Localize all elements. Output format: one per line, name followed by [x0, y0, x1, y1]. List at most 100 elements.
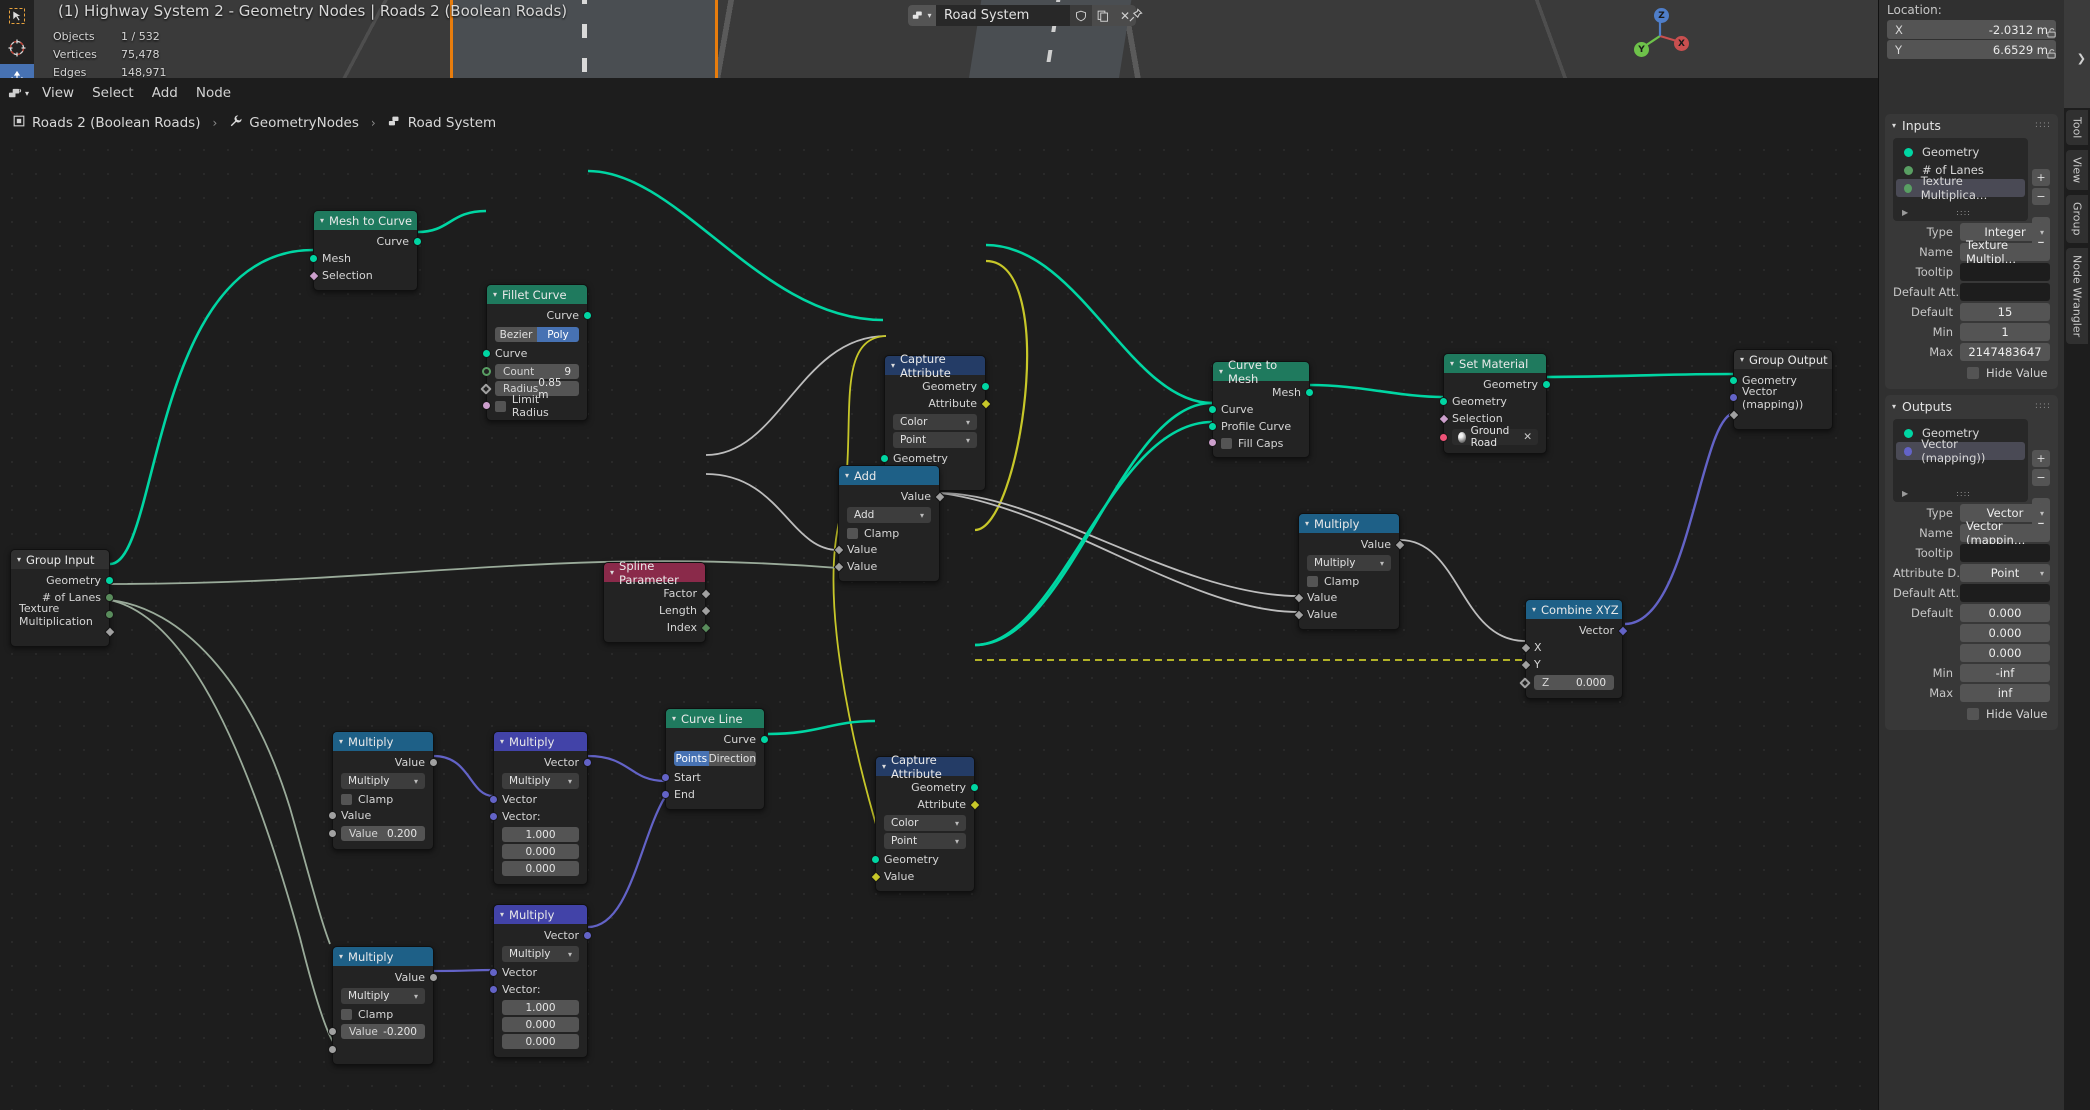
- node-header[interactable]: ▾ Combine XYZ: [1526, 600, 1622, 619]
- field-value-a[interactable]: Value -0.200: [328, 1024, 425, 1039]
- socket-count[interactable]: [482, 367, 491, 376]
- editor-type-button[interactable]: ▾: [4, 83, 33, 104]
- inputs-panel-header[interactable]: ▾ Inputs ::::: [1885, 114, 2058, 136]
- socket-lanes[interactable]: [105, 593, 114, 602]
- chevron-down-icon[interactable]: ▾: [1740, 355, 1744, 364]
- vector-field-z[interactable]: 0.000: [502, 861, 579, 876]
- gizmo-axis-z[interactable]: Z: [1654, 8, 1669, 23]
- dropdown-domain[interactable]: Point ▾: [893, 432, 977, 448]
- output-prop-default-attribute[interactable]: Default Att…: [1893, 584, 2050, 602]
- dropdown-operation[interactable]: Add ▾: [847, 507, 931, 523]
- node-set-material[interactable]: ▾ Set Material Geometry Geometry Selecti…: [1437, 353, 1551, 454]
- node-header[interactable]: ▾ Group Input: [11, 550, 109, 569]
- socket-z[interactable]: [1519, 676, 1531, 689]
- lock-location-x-icon[interactable]: [2045, 24, 2058, 43]
- node-header[interactable]: ▾ Set Material: [1444, 354, 1546, 373]
- node-combine-xyz[interactable]: ▾ Combine XYZ Vector X Y Z 0.000: [1519, 599, 1629, 699]
- sidebar-tab-group[interactable]: Group: [2066, 195, 2088, 243]
- input-prop-default-attribute[interactable]: Default Att…: [1893, 283, 2050, 301]
- menu-view[interactable]: View: [33, 83, 83, 103]
- node-header[interactable]: ▾ Curve to Mesh: [1213, 358, 1309, 386]
- socket-vector-out[interactable]: [583, 931, 592, 940]
- menu-add[interactable]: Add: [143, 83, 187, 103]
- dropdown-data-type[interactable]: Color ▾: [884, 815, 966, 831]
- sidebar-tab-strip[interactable]: Tool View Group Node Wrangler: [2064, 108, 2090, 1110]
- tweak-tool-icon[interactable]: [0, 0, 34, 32]
- sidebar-tab-tool[interactable]: Tool: [2066, 110, 2088, 146]
- node-add[interactable]: ▾ Add Value Add ▾ Clamp Value Value: [832, 465, 946, 582]
- prop-value[interactable]: 15: [1960, 303, 2050, 321]
- chevron-down-icon[interactable]: ▾: [500, 737, 504, 746]
- chevron-down-icon[interactable]: ▾: [672, 714, 676, 723]
- socket-factor[interactable]: [699, 587, 712, 600]
- prop-value[interactable]: 2147483647: [1960, 343, 2050, 361]
- socket-vector-out[interactable]: [1616, 624, 1629, 637]
- node-group-input[interactable]: ▾ Group Input Geometry # of Lanes Textur…: [10, 549, 116, 647]
- socket-vector-a[interactable]: [489, 795, 498, 804]
- dropdown-domain[interactable]: Point ▾: [884, 833, 966, 849]
- output-prop-min[interactable]: Min -inf: [1893, 664, 2050, 682]
- socket-radius[interactable]: [480, 382, 492, 395]
- socket-geometry-out[interactable]: [1542, 380, 1551, 389]
- cursor-tool-icon[interactable]: [0, 32, 34, 64]
- input-prop-max[interactable]: Max 2147483647: [1893, 343, 2050, 361]
- chevron-down-icon[interactable]: ▾: [1892, 121, 1896, 130]
- node-header[interactable]: ▾ Multiply: [1299, 514, 1399, 533]
- node-header[interactable]: ▾ Add: [839, 466, 939, 485]
- node-mesh-to-curve[interactable]: ▾ Mesh to Curve Curve Mesh Selection: [307, 210, 422, 291]
- list-footer[interactable]: ▶ ::::: [1893, 486, 2028, 500]
- lock-location-y-icon[interactable]: [2045, 45, 2058, 64]
- fillet-mode-poly[interactable]: Poly: [537, 327, 579, 342]
- chevron-down-icon[interactable]: ▾: [1532, 605, 1536, 614]
- expand-sidebar-arrow-icon[interactable]: ❯: [2077, 52, 2086, 65]
- node-multiply-right[interactable]: ▾ Multiply Value Multiply ▾ Clamp Value V…: [1292, 513, 1406, 630]
- prop-value[interactable]: Texture Multipl…: [1960, 238, 2050, 266]
- fillet-mode-toggle[interactable]: Bezier Poly: [495, 327, 579, 342]
- menu-select[interactable]: Select: [83, 83, 143, 103]
- location-x-field[interactable]: X -2.0312 m: [1887, 20, 2056, 39]
- socket-curve-out[interactable]: [583, 311, 592, 320]
- outputs-list[interactable]: Geometry Vector (mapping)) ▶ ::::: [1893, 419, 2028, 502]
- prop-value[interactable]: Point ▾: [1960, 564, 2050, 582]
- node-multiply-a[interactable]: ▾ Multiply Value Multiply ▾ Clamp Value V…: [328, 731, 438, 850]
- socket-vector-b[interactable]: [489, 985, 498, 994]
- output-prop-tooltip[interactable]: Tooltip: [1893, 544, 2050, 562]
- curve-line-mode-direction[interactable]: Direction: [708, 751, 756, 766]
- chevron-down-icon[interactable]: ▾: [500, 910, 504, 919]
- gizmo-axis-y[interactable]: Y: [1634, 42, 1649, 57]
- dropdown-operation[interactable]: Multiply ▾: [502, 773, 579, 789]
- chevron-down-icon[interactable]: ▾: [1892, 402, 1896, 411]
- chevron-down-icon[interactable]: ▾: [339, 952, 343, 961]
- input-prop-min[interactable]: Min 1: [1893, 323, 2050, 341]
- dropdown-operation[interactable]: Multiply ▾: [341, 988, 425, 1004]
- sidebar-tab-node-wrangler[interactable]: Node Wrangler: [2066, 247, 2088, 345]
- list-item[interactable]: Texture Multiplica…: [1896, 174, 2025, 202]
- output-prop-default-z[interactable]: 0.000: [1893, 644, 2050, 662]
- chevron-down-icon[interactable]: ▾: [891, 361, 895, 370]
- remove-input-button[interactable]: −: [2032, 188, 2050, 205]
- input-prop-default[interactable]: Default 15: [1893, 303, 2050, 321]
- pin-icon[interactable]: [1128, 8, 1143, 27]
- socket-y[interactable]: [1519, 658, 1532, 671]
- breadcrumb-item-modifier[interactable]: GeometryNodes: [249, 115, 359, 131]
- field-value-b[interactable]: Value 0.200: [328, 826, 425, 841]
- socket-geometry[interactable]: [105, 576, 114, 585]
- list-footer[interactable]: ▶ ::::: [1893, 205, 2028, 219]
- menu-node[interactable]: Node: [187, 83, 240, 103]
- gizmo-axis-x[interactable]: X: [1674, 36, 1689, 51]
- list-item[interactable]: Vector (mapping)): [1896, 437, 2025, 465]
- socket-value-out[interactable]: [933, 490, 946, 503]
- socket-selection-in[interactable]: [1437, 412, 1450, 425]
- node-header[interactable]: ▾ Spline Parameter: [604, 559, 705, 587]
- socket-length[interactable]: [699, 604, 712, 617]
- chevron-down-icon[interactable]: ▾: [845, 471, 849, 480]
- expand-arrow-icon[interactable]: ▶: [1902, 489, 1908, 498]
- checkbox-fill-caps[interactable]: Fill Caps: [1208, 435, 1309, 451]
- output-prop-name[interactable]: Name Vector (mappin…: [1893, 519, 2050, 547]
- material-selector[interactable]: Ground Road ✕: [1439, 425, 1538, 449]
- socket-x[interactable]: [1519, 641, 1532, 654]
- chevron-down-icon[interactable]: ▾: [17, 555, 21, 564]
- chevron-down-icon[interactable]: ▾: [610, 568, 614, 577]
- node-spline-parameter[interactable]: ▾ Spline Parameter Factor Length Index: [603, 559, 712, 643]
- viewport-toolbar[interactable]: [0, 0, 34, 78]
